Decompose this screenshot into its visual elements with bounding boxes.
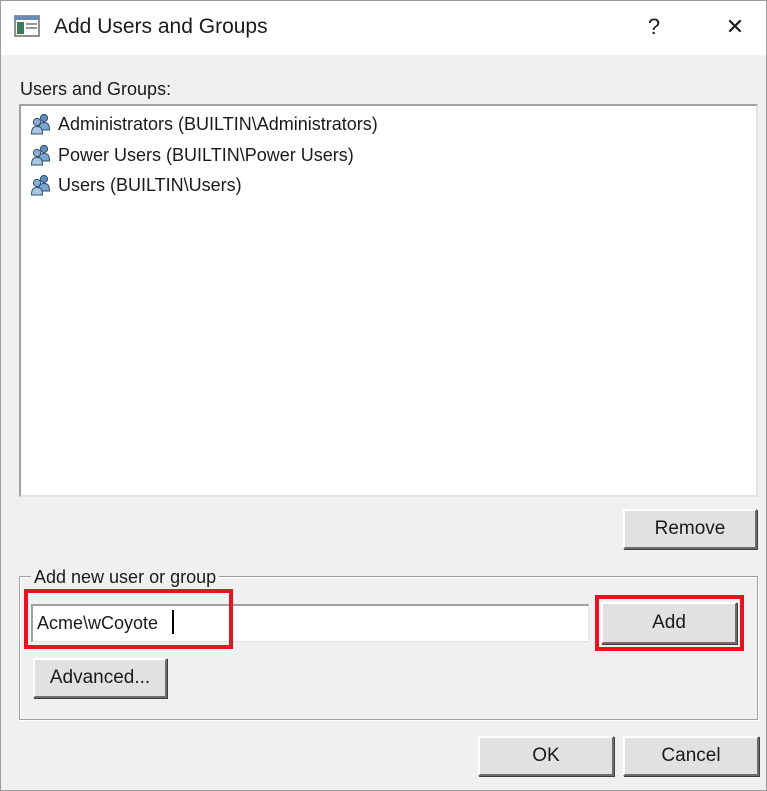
- add-button[interactable]: Add: [601, 602, 737, 644]
- add-new-user-label: Add new user or group: [31, 566, 220, 588]
- group-icon: [30, 174, 51, 196]
- group-icon: [30, 144, 51, 166]
- list-item[interactable]: Power Users (BUILTIN\Power Users): [29, 141, 354, 169]
- group-icon: [30, 113, 51, 135]
- dialog-title: Add Users and Groups: [54, 15, 268, 38]
- add-new-user-groupbox: [19, 576, 758, 720]
- help-button[interactable]: ?: [632, 9, 676, 45]
- list-item[interactable]: Users (BUILTIN\Users): [29, 171, 242, 199]
- cancel-button[interactable]: Cancel: [623, 736, 759, 776]
- list-item-label: Users (BUILTIN\Users): [58, 174, 242, 195]
- users-and-groups-list[interactable]: Administrators (BUILTIN\Administrators) …: [19, 104, 758, 497]
- users-and-groups-label: Users and Groups:: [20, 79, 172, 99]
- add-users-and-groups-dialog: Add Users and Groups ? ✕ Users and Group…: [0, 0, 767, 791]
- title-bar: Add Users and Groups ? ✕: [1, 1, 766, 55]
- list-item-label: Power Users (BUILTIN\Power Users): [58, 144, 354, 165]
- list-item-label: Administrators (BUILTIN\Administrators): [58, 113, 378, 134]
- text-caret: [172, 610, 174, 634]
- window-app-icon: [14, 15, 40, 37]
- user-or-group-input[interactable]: [31, 604, 589, 642]
- list-item[interactable]: Administrators (BUILTIN\Administrators): [29, 110, 378, 138]
- advanced-button[interactable]: Advanced...: [33, 658, 167, 698]
- close-button[interactable]: ✕: [713, 9, 757, 45]
- remove-button[interactable]: Remove: [623, 509, 757, 549]
- ok-button[interactable]: OK: [478, 736, 614, 776]
